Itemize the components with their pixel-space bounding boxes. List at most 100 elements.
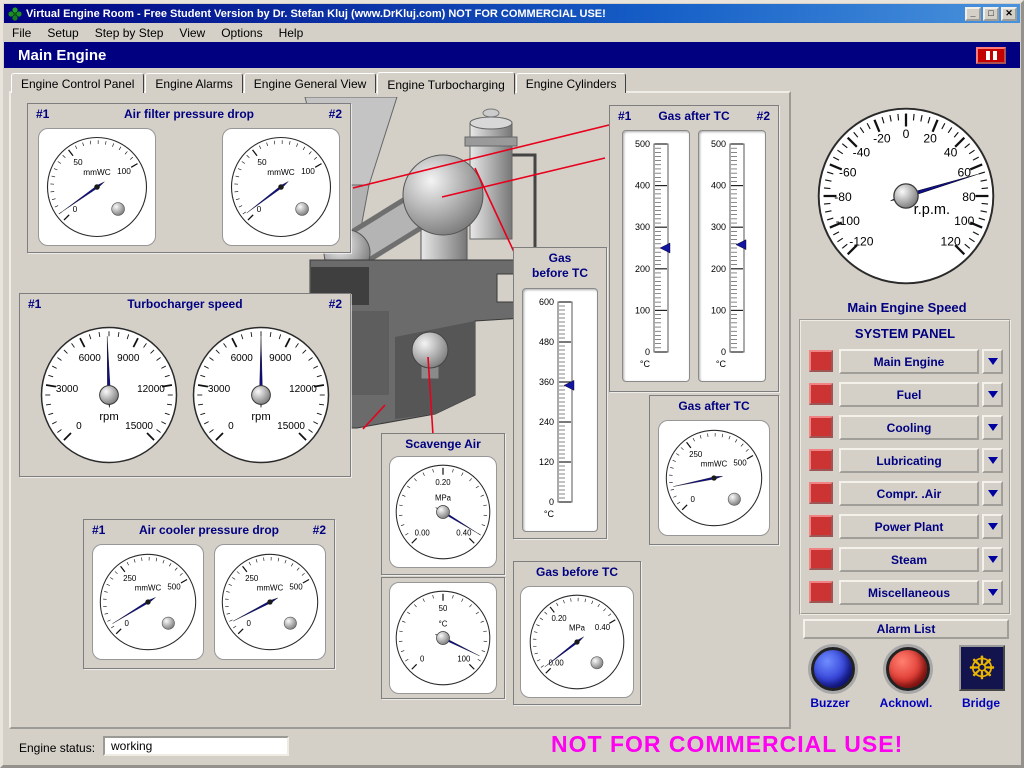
system-button-lubricating[interactable]: Lubricating bbox=[839, 448, 979, 473]
svg-text:MPa: MPa bbox=[569, 624, 586, 633]
svg-text:50: 50 bbox=[439, 604, 448, 613]
system-panel: SYSTEM PANEL Main Engine Fuel Cooling Lu… bbox=[799, 319, 1011, 615]
panel-title-line1: Gas bbox=[514, 251, 606, 265]
system-button-power-plant[interactable]: Power Plant bbox=[839, 514, 979, 539]
tab-engine-cylinders[interactable]: Engine Cylinders bbox=[516, 73, 627, 93]
panel-title: Gas after TC bbox=[650, 399, 778, 413]
pause-button[interactable] bbox=[976, 47, 1006, 64]
minimize-button[interactable]: _ bbox=[965, 7, 981, 21]
system-dropdown-steam[interactable] bbox=[982, 547, 1003, 572]
gas-after-tc-round-panel: Gas after TC 0250500mmWC bbox=[649, 395, 779, 545]
system-dropdown-cooling[interactable] bbox=[982, 415, 1003, 440]
svg-text:°C: °C bbox=[439, 620, 448, 629]
svg-text:50: 50 bbox=[257, 158, 267, 167]
tag-2: #2 bbox=[329, 107, 342, 121]
svg-text:-60: -60 bbox=[839, 166, 857, 180]
system-button-steam[interactable]: Steam bbox=[839, 547, 979, 572]
air-filter-2-gauge: 050100mmWC bbox=[226, 132, 336, 242]
air-filter-1-gauge: 050100mmWC bbox=[42, 132, 152, 242]
menu-options[interactable]: Options bbox=[213, 24, 270, 42]
chevron-down-icon bbox=[988, 556, 998, 563]
svg-text:MPa: MPa bbox=[435, 494, 452, 503]
air-cooler-1-gauge: 0250500mmWC bbox=[95, 549, 201, 655]
system-row: Main Engine bbox=[801, 347, 1009, 377]
svg-text:600: 600 bbox=[539, 297, 554, 307]
system-dropdown-miscellaneous[interactable] bbox=[982, 580, 1003, 605]
gauge-box: 0250500mmWC bbox=[214, 544, 326, 660]
system-button-main-engine[interactable]: Main Engine bbox=[839, 349, 979, 374]
menu-view[interactable]: View bbox=[171, 24, 213, 42]
svg-text:9000: 9000 bbox=[269, 353, 292, 364]
engine-status-field[interactable]: working bbox=[103, 736, 289, 756]
svg-text:0: 0 bbox=[228, 421, 234, 432]
app-logo-icon bbox=[8, 7, 22, 21]
svg-text:mmWC: mmWC bbox=[135, 584, 162, 593]
tab-engine-general-view[interactable]: Engine General View bbox=[244, 73, 377, 93]
svg-text:6000: 6000 bbox=[231, 353, 254, 364]
titlebar: Virtual Engine Room - Free Student Versi… bbox=[4, 4, 1020, 23]
svg-text:6000: 6000 bbox=[79, 353, 102, 364]
system-dropdown-lubricating[interactable] bbox=[982, 448, 1003, 473]
alarm-lamp bbox=[809, 416, 833, 438]
svg-text:500: 500 bbox=[711, 139, 726, 149]
system-button-cooling[interactable]: Cooling bbox=[839, 415, 979, 440]
menu-file[interactable]: File bbox=[4, 24, 39, 42]
svg-text:250: 250 bbox=[245, 574, 259, 583]
menu-step-by-step[interactable]: Step by Step bbox=[87, 24, 172, 42]
menu-setup[interactable]: Setup bbox=[39, 24, 86, 42]
alarm-lamp bbox=[809, 482, 833, 504]
system-button-miscellaneous[interactable]: Miscellaneous bbox=[839, 580, 979, 605]
acknowledge-button[interactable] bbox=[886, 647, 930, 691]
turbo-speed-1-gauge: 03000600090001200015000rpm bbox=[34, 320, 184, 470]
panel-title: Air cooler pressure drop bbox=[84, 523, 334, 537]
gauge-box: 6004803602401200°C bbox=[522, 288, 598, 532]
bridge-button[interactable]: ☸ bbox=[959, 645, 1005, 691]
air-filter-panel: #1 Air filter pressure drop #2 050100mmW… bbox=[27, 103, 351, 253]
alarm-lamp bbox=[809, 350, 833, 372]
gauge-box: 5004003002001000°C bbox=[622, 130, 690, 382]
chevron-down-icon bbox=[988, 424, 998, 431]
system-dropdown-compr-air[interactable] bbox=[982, 481, 1003, 506]
system-button-fuel[interactable]: Fuel bbox=[839, 382, 979, 407]
svg-text:-40: -40 bbox=[853, 145, 871, 159]
tab-engine-alarms[interactable]: Engine Alarms bbox=[145, 73, 242, 93]
alarm-lamp bbox=[809, 548, 833, 570]
buzzer-button[interactable] bbox=[811, 647, 855, 691]
svg-text:250: 250 bbox=[123, 574, 137, 583]
alarm-list-button[interactable]: Alarm List bbox=[803, 619, 1009, 639]
system-button-compr-air[interactable]: Compr. .Air bbox=[839, 481, 979, 506]
chevron-down-icon bbox=[988, 358, 998, 365]
page-title: Main Engine bbox=[18, 47, 976, 64]
svg-text:°C: °C bbox=[716, 359, 727, 369]
chevron-down-icon bbox=[988, 391, 998, 398]
system-row: Lubricating bbox=[801, 446, 1009, 476]
tab-engine-control-panel[interactable]: Engine Control Panel bbox=[11, 73, 144, 93]
system-dropdown-power-plant[interactable] bbox=[982, 514, 1003, 539]
menu-help[interactable]: Help bbox=[271, 24, 312, 42]
svg-text:400: 400 bbox=[635, 181, 650, 191]
svg-text:200: 200 bbox=[711, 264, 726, 274]
svg-text:60: 60 bbox=[958, 166, 972, 180]
svg-text:0: 0 bbox=[125, 619, 130, 628]
svg-text:3000: 3000 bbox=[208, 384, 231, 395]
gas-after-tc-vertical-panel: #1 Gas after TC #2 5004003002001000°C 50… bbox=[609, 105, 779, 392]
maximize-button[interactable]: □ bbox=[983, 7, 999, 21]
svg-text:0: 0 bbox=[247, 619, 252, 628]
gas-after-tc-1-gauge: 5004003002001000°C bbox=[624, 134, 688, 378]
svg-text:12000: 12000 bbox=[289, 384, 317, 395]
svg-text:200: 200 bbox=[635, 264, 650, 274]
svg-text:360: 360 bbox=[539, 377, 554, 387]
close-button[interactable]: ✕ bbox=[1001, 7, 1017, 21]
system-dropdown-fuel[interactable] bbox=[982, 382, 1003, 407]
svg-text:100: 100 bbox=[301, 167, 315, 176]
alarm-lamp bbox=[809, 515, 833, 537]
svg-text:-100: -100 bbox=[836, 214, 861, 228]
svg-text:100: 100 bbox=[711, 305, 726, 315]
tab-engine-turbocharging[interactable]: Engine Turbocharging bbox=[377, 72, 514, 95]
svg-text:-80: -80 bbox=[834, 190, 852, 204]
svg-text:0.20: 0.20 bbox=[551, 614, 567, 623]
window-title: Virtual Engine Room - Free Student Versi… bbox=[26, 8, 963, 20]
svg-text:0.40: 0.40 bbox=[595, 623, 611, 632]
panel-title: Gas after TC bbox=[610, 109, 778, 123]
system-dropdown-main-engine[interactable] bbox=[982, 349, 1003, 374]
